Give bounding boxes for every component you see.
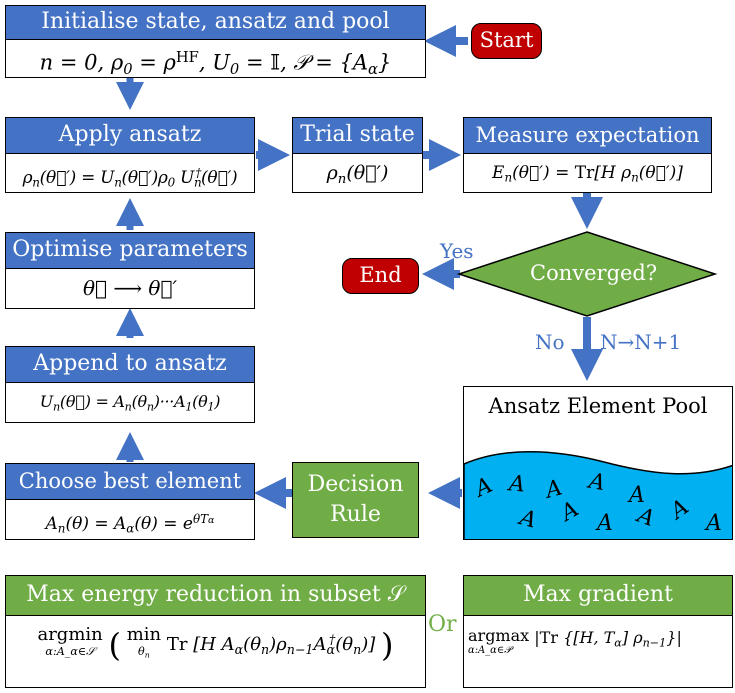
- ansatz-element-pool: Ansatz Element Pool A A A A A A A A A A …: [463, 386, 733, 540]
- init-title: Initialise state, ansatz and pool: [6, 6, 425, 40]
- append-ansatz-box: Append to ansatz Un(θ⃗) = An(θn)···A1(θ1…: [5, 346, 255, 423]
- trial-state-box: Trial state ρn(θ⃗′): [292, 117, 423, 193]
- rule-energy-operator: argmin: [37, 624, 103, 645]
- choose-best-element-formula: An(θ) = Aα(θ) = eθTα: [45, 512, 215, 536]
- rule-gradient-title: Max gradient: [464, 576, 732, 616]
- init-box: Initialise state, ansatz and pool n = 0,…: [5, 5, 426, 78]
- trial-state-title: Trial state: [293, 118, 422, 154]
- decision-rule-box: Decision Rule: [292, 462, 419, 538]
- choose-best-element-box: Choose best element An(θ) = Aα(θ) = eθTα: [5, 463, 255, 540]
- end-node: End: [342, 258, 419, 294]
- optimise-parameters-title: Optimise parameters: [6, 233, 254, 269]
- start-label: Start: [479, 28, 534, 52]
- pool-element: A: [507, 471, 526, 498]
- append-ansatz-title: Append to ansatz: [6, 347, 254, 383]
- rule-gradient-subscript: α:A_α∈𝒫: [468, 645, 512, 656]
- or-label: Or: [428, 612, 457, 637]
- trial-state-formula: ρn(θ⃗′): [326, 162, 389, 187]
- apply-ansatz-formula: ρn(θ⃗′) = Un(θ⃗′)ρ0 Un†(θ⃗′): [22, 166, 238, 190]
- rule-gradient-box: Max gradient argmax α:A_α∈𝒫 |Tr {[H, Tα] …: [463, 575, 733, 688]
- optimise-parameters-formula: θ⃗ ⟶ θ⃗′: [82, 276, 178, 300]
- increment-label: N→N+1: [600, 330, 682, 354]
- rule-energy-title: Max energy reduction in subset 𝒮: [6, 576, 425, 616]
- optimise-parameters-box: Optimise parameters θ⃗ ⟶ θ⃗′: [5, 232, 255, 309]
- rule-gradient-formula: argmax α:A_α∈𝒫 |Tr {[H, Tα] ρn−1}|: [468, 626, 682, 656]
- decision-rule-line1: Decision: [307, 472, 404, 497]
- start-node: Start: [471, 23, 542, 59]
- rule-energy-box: Max energy reduction in subset 𝒮 argmin α…: [5, 575, 426, 688]
- no-label: No: [535, 330, 565, 354]
- measure-expectation-formula: En(θ⃗′) = Tr[H ρn(θ⃗′)]: [492, 163, 683, 185]
- rule-energy-subscript: α:A_α∈𝒮: [45, 645, 95, 658]
- converged-label: Converged?: [530, 261, 658, 285]
- apply-ansatz-title: Apply ansatz: [6, 118, 254, 154]
- measure-expectation-title: Measure expectation: [464, 118, 711, 154]
- append-ansatz-formula: Un(θ⃗) = An(θn)···A1(θ1): [39, 392, 221, 414]
- init-formula: n = 0, ρ0 = ρHF, U0 = 𝕀, 𝒫 = {Aα}: [39, 49, 392, 78]
- measure-expectation-box: Measure expectation En(θ⃗′) = Tr[H ρn(θ⃗…: [463, 117, 712, 193]
- pool-element: A: [597, 511, 613, 536]
- end-label: End: [359, 263, 402, 287]
- rule-gradient-operator: argmax: [468, 626, 530, 645]
- yes-label: Yes: [440, 239, 474, 263]
- apply-ansatz-box: Apply ansatz ρn(θ⃗′) = Un(θ⃗′)ρ0 Un†(θ⃗′…: [5, 117, 255, 193]
- pool-element: A: [706, 511, 722, 536]
- rule-energy-formula: argmin α:A_α∈𝒮 ( min θn Tr [H Aα(θn)ρn−1Aα…: [37, 624, 394, 665]
- choose-best-element-title: Choose best element: [6, 464, 254, 500]
- decision-rule-line2: Rule: [330, 502, 381, 527]
